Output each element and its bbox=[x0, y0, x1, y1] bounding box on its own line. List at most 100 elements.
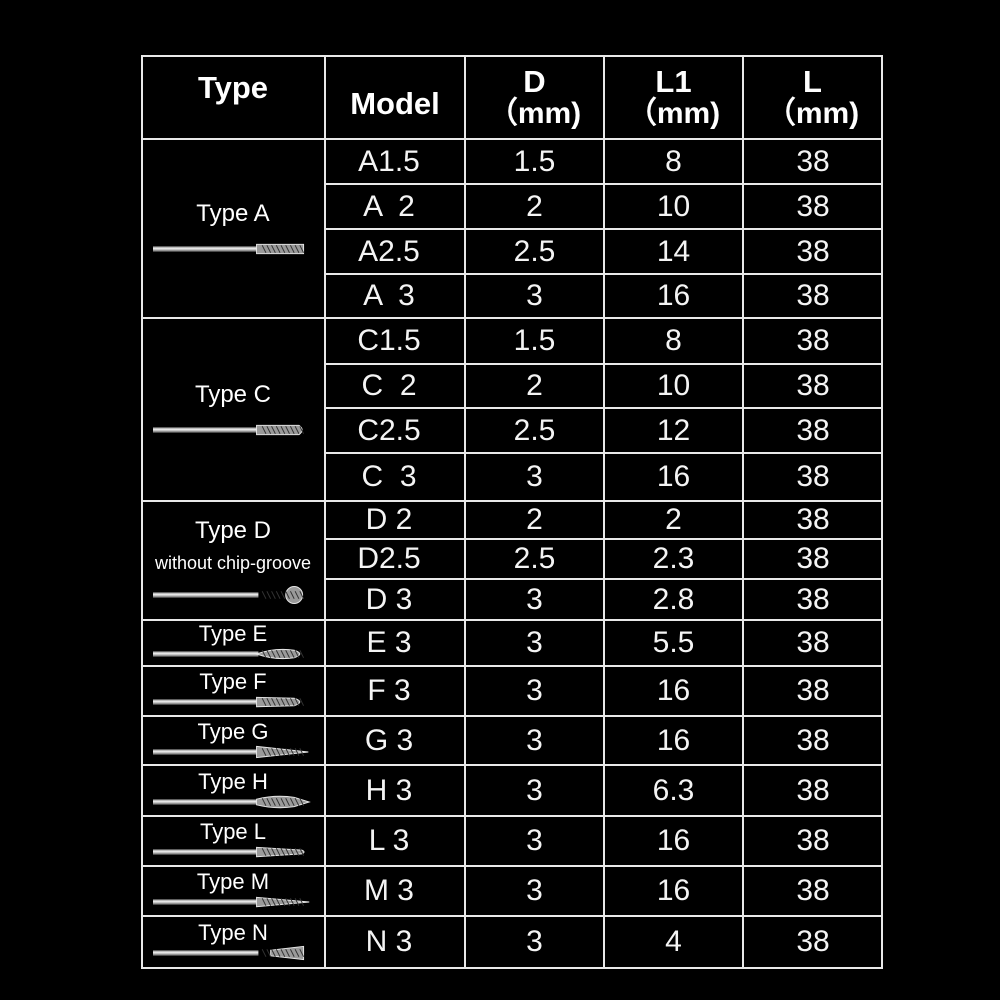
cell-l1: 16 bbox=[656, 874, 691, 907]
type-label: Type C bbox=[194, 380, 272, 408]
cell-d: 3 bbox=[526, 582, 543, 616]
cell-l1: 12 bbox=[656, 413, 691, 447]
type-label: Type D bbox=[194, 517, 272, 544]
cell-model: M 3 bbox=[363, 874, 414, 907]
cone-round-burr-icon bbox=[153, 843, 313, 861]
cell-d: 3 bbox=[526, 824, 543, 857]
cell-model: C 2 bbox=[361, 369, 417, 402]
cell-d: 3 bbox=[526, 925, 543, 958]
cell-l1: 10 bbox=[656, 189, 691, 223]
cell-model: A 2 bbox=[363, 189, 415, 223]
cell-l: 38 bbox=[796, 542, 830, 575]
cell-model: C 3 bbox=[361, 460, 417, 493]
cell-l1: 16 bbox=[656, 723, 691, 757]
tree-pointed-burr-icon bbox=[153, 743, 313, 761]
round-nose-cylinder-burr-icon bbox=[153, 421, 313, 439]
cell-d: 3 bbox=[526, 874, 543, 907]
cell-l1: 5.5 bbox=[652, 626, 695, 659]
type-label: Type G bbox=[197, 718, 269, 744]
cell-l: 38 bbox=[796, 582, 830, 616]
cell-model: N 3 bbox=[365, 925, 413, 958]
cell-l: 38 bbox=[796, 874, 830, 907]
cell-l: 38 bbox=[796, 773, 830, 807]
cell-l: 38 bbox=[796, 824, 830, 857]
cell-l1: 10 bbox=[656, 369, 691, 402]
cell-model: E 3 bbox=[366, 626, 412, 659]
cell-d: 2 bbox=[526, 503, 543, 536]
type-group: Type D without chip-groove bbox=[141, 501, 325, 620]
type-group: Type A bbox=[141, 139, 325, 318]
cell-d: 3 bbox=[526, 773, 543, 807]
cell-l: 38 bbox=[796, 460, 830, 493]
cell-l1: 2.8 bbox=[652, 582, 695, 616]
cell-d: 3 bbox=[526, 279, 543, 312]
type-group: Type M bbox=[141, 866, 325, 916]
oval-burr-icon bbox=[153, 645, 313, 663]
cylinder-burr-icon bbox=[153, 240, 313, 258]
cell-l1: 16 bbox=[656, 279, 691, 312]
cell-l1: 2.3 bbox=[652, 542, 695, 575]
cell-l1: 16 bbox=[656, 824, 691, 857]
cell-d: 1.5 bbox=[513, 144, 556, 178]
cell-d: 1.5 bbox=[513, 324, 556, 357]
cell-d: 3 bbox=[526, 626, 543, 659]
cell-l1: 6.3 bbox=[652, 773, 695, 807]
cell-d: 3 bbox=[526, 460, 543, 493]
tree-round-burr-icon bbox=[153, 693, 313, 711]
cell-l: 38 bbox=[796, 674, 830, 707]
inverted-cone-burr-icon bbox=[153, 944, 313, 962]
type-label: Type A bbox=[196, 199, 270, 227]
flame-burr-icon bbox=[153, 793, 313, 811]
type-sublabel: without chip-groove bbox=[154, 553, 312, 573]
cell-l1: 14 bbox=[656, 234, 691, 268]
cell-l: 38 bbox=[796, 413, 830, 447]
cell-d: 2.5 bbox=[513, 234, 556, 268]
type-group: Type C bbox=[141, 318, 325, 501]
header-d: D （mm) bbox=[487, 63, 582, 130]
cell-l1: 16 bbox=[656, 460, 691, 493]
type-group: Type G bbox=[141, 716, 325, 765]
cell-l: 38 bbox=[796, 144, 830, 178]
header-model: Model bbox=[350, 85, 440, 121]
cell-model: L 3 bbox=[368, 824, 410, 857]
cell-model: F 3 bbox=[367, 674, 411, 707]
table-border bbox=[141, 55, 883, 57]
type-group: Type H bbox=[141, 765, 325, 816]
cell-d: 2 bbox=[526, 189, 543, 223]
cell-model: A2.5 bbox=[358, 234, 420, 268]
cell-model: C2.5 bbox=[357, 413, 421, 447]
header-l1: L1 （mm) bbox=[626, 63, 721, 130]
type-label: Type H bbox=[198, 768, 268, 794]
cell-d: 2.5 bbox=[513, 542, 556, 575]
cell-d: 2 bbox=[526, 369, 543, 402]
cell-l: 38 bbox=[796, 626, 830, 659]
header-type: Type bbox=[197, 69, 269, 105]
cell-l1: 2 bbox=[665, 503, 682, 536]
cell-l1: 4 bbox=[665, 925, 682, 958]
cell-l: 38 bbox=[796, 189, 830, 223]
cell-model: D 2 bbox=[365, 503, 413, 536]
cone-pointed-burr-icon bbox=[153, 893, 313, 911]
type-label: Type F bbox=[199, 669, 267, 694]
type-group: Type F bbox=[141, 666, 325, 716]
type-group: Type L bbox=[141, 816, 325, 866]
cell-l: 38 bbox=[796, 369, 830, 402]
type-label: Type N bbox=[198, 920, 268, 945]
type-label: Type M bbox=[196, 869, 270, 894]
header-l: L （mm) bbox=[765, 63, 860, 130]
cell-l: 38 bbox=[796, 234, 830, 268]
ball-burr-icon bbox=[153, 586, 313, 604]
cell-model: A 3 bbox=[363, 279, 415, 312]
cell-l1: 8 bbox=[665, 324, 682, 357]
cell-l: 38 bbox=[796, 925, 830, 958]
cell-model: H 3 bbox=[365, 773, 413, 807]
cell-model: G 3 bbox=[364, 723, 414, 757]
cell-model: A1.5 bbox=[358, 144, 420, 178]
cell-d: 3 bbox=[526, 723, 543, 757]
cell-d: 2.5 bbox=[513, 413, 556, 447]
cell-l: 38 bbox=[796, 279, 830, 312]
cell-l1: 16 bbox=[656, 674, 691, 707]
type-label: Type E bbox=[198, 621, 268, 646]
cell-l: 38 bbox=[796, 324, 830, 357]
cell-model: D2.5 bbox=[357, 542, 421, 575]
